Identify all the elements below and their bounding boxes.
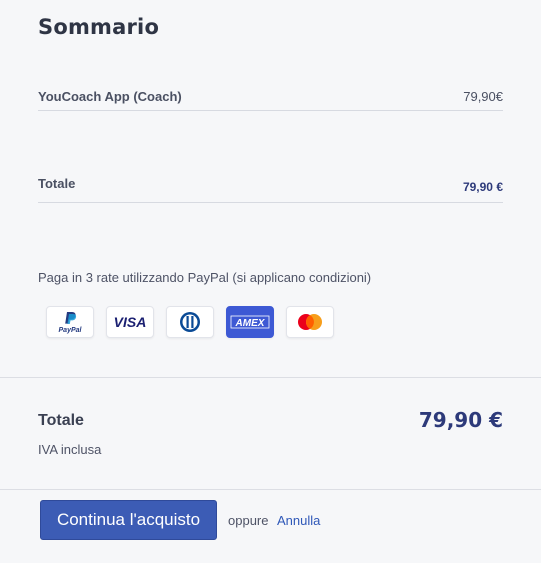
- paypal-installments-note: Paga in 3 rate utilizzando PayPal (si ap…: [38, 270, 372, 285]
- continue-purchase-button[interactable]: Continua l'acquisto: [40, 500, 217, 540]
- svg-text:PayPal: PayPal: [59, 327, 83, 334]
- line-item-name: YouCoach App (Coach): [38, 89, 182, 104]
- line-item-row: YouCoach App (Coach) 79,90€: [38, 88, 503, 111]
- mastercard-icon: [298, 314, 322, 330]
- amex-icon: AMEX: [230, 315, 270, 329]
- section-divider: [0, 377, 541, 378]
- paypal-card: PayPal: [46, 306, 94, 338]
- vat-note: IVA inclusa: [38, 442, 102, 457]
- svg-text:AMEX: AMEX: [235, 318, 266, 329]
- summary-title: Sommario: [38, 15, 160, 39]
- summary-total-label: Totale: [38, 176, 76, 191]
- final-total-price: 79,90 €: [418, 408, 503, 432]
- payment-methods: PayPal VISA AMEX: [46, 306, 334, 338]
- mastercard-card: [286, 306, 334, 338]
- diners-icon: [180, 312, 200, 332]
- svg-text:VISA: VISA: [114, 314, 147, 330]
- paypal-icon: PayPal: [59, 312, 83, 334]
- amex-card: AMEX: [226, 306, 274, 338]
- line-item-price: 79,90€: [463, 89, 503, 104]
- summary-total-price: 79,90 €: [462, 180, 503, 194]
- visa-card: VISA: [106, 306, 154, 338]
- summary-total-row: Totale 79,90 €: [38, 176, 503, 203]
- or-text: oppure: [228, 513, 269, 528]
- final-total-label: Totale: [38, 412, 84, 429]
- footer-divider: [0, 489, 541, 490]
- diners-card: [166, 306, 214, 338]
- cancel-link[interactable]: Annulla: [277, 513, 320, 528]
- visa-icon: VISA: [114, 314, 147, 330]
